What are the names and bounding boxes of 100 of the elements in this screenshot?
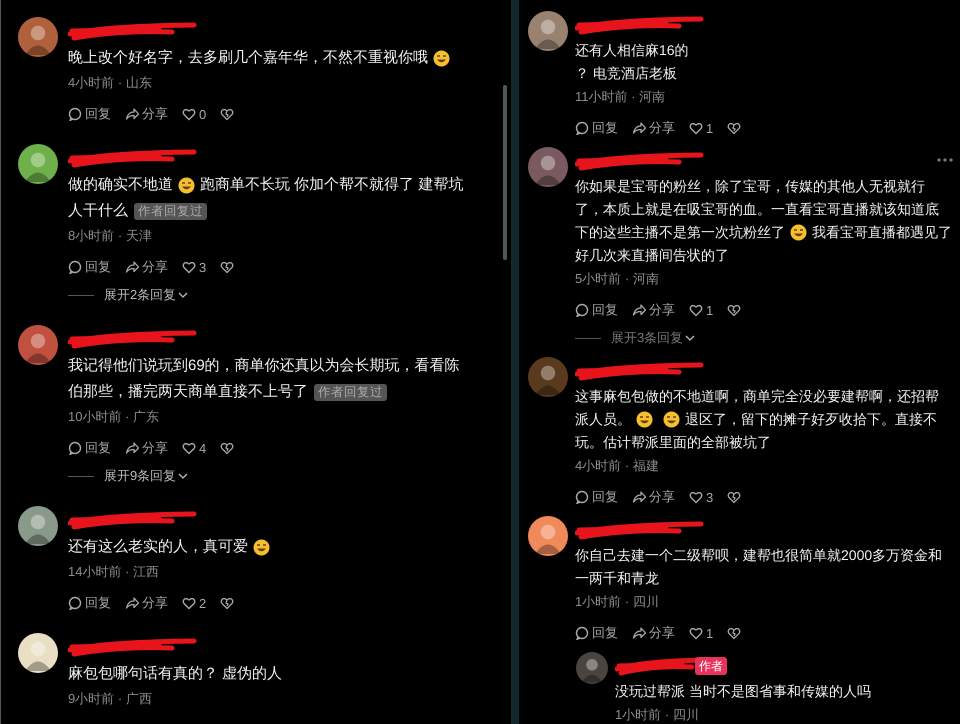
like-button[interactable]: 3 — [182, 260, 206, 274]
comment-text: 还有人相信麻16的 — [575, 41, 689, 60]
heart-icon — [689, 490, 703, 504]
avatar[interactable] — [18, 506, 58, 546]
more-icon[interactable] — [937, 157, 953, 163]
expand-replies-link[interactable]: 展开9条回复 — [104, 467, 188, 485]
avatar[interactable] — [18, 633, 58, 673]
share-button[interactable]: 分享 — [632, 488, 675, 506]
emoji-icon — [663, 411, 680, 428]
comment-text: 一两千和青龙 — [575, 569, 659, 588]
avatar[interactable] — [18, 325, 58, 365]
heart-icon — [182, 441, 196, 455]
dislike-button[interactable] — [220, 596, 234, 610]
share-icon — [125, 441, 139, 455]
reply-button[interactable]: 回复 — [575, 301, 618, 319]
expand-replies-link[interactable]: 展开3条回复 — [611, 329, 696, 347]
reply-button[interactable]: 回复 — [68, 594, 111, 612]
comment-text: 跑商单不长玩 你加个帮不就得了 建帮坑 — [200, 175, 464, 195]
like-button[interactable]: 3 — [689, 490, 714, 504]
avatar[interactable] — [528, 516, 568, 556]
avatar[interactable] — [528, 147, 568, 187]
like-button[interactable]: 1 — [689, 302, 714, 318]
reply-button[interactable]: 回复 — [575, 488, 618, 506]
share-button[interactable]: 分享 — [125, 105, 168, 123]
like-button[interactable]: 1 — [689, 626, 714, 640]
reply-button[interactable]: 回复 — [68, 258, 111, 276]
comment-text: 做的确实不地道 — [68, 175, 173, 195]
comment-text: ？ 电竞酒店老板 — [575, 64, 677, 83]
like-button[interactable]: 1 — [689, 120, 714, 136]
comment-text: 这事麻包包做的不地道啊，商单完全没必要建帮啊，还招帮 — [575, 387, 939, 406]
share-button[interactable]: 分享 — [125, 439, 168, 457]
dislike-button[interactable] — [727, 121, 742, 135]
like-button[interactable]: 4 — [182, 440, 206, 456]
time-location: 9小时前 · 广西 — [68, 690, 153, 708]
heart-icon — [689, 626, 703, 640]
reply-button[interactable]: 回复 — [575, 624, 618, 642]
comment-text: 你如果是宝哥的粉丝，除了宝哥，传媒的其他人无视就行 — [575, 177, 925, 196]
comment-icon — [68, 107, 82, 121]
share-icon — [632, 626, 646, 640]
comment-text: 了，本质上就是在吸宝哥的血。一直看宝哥直播就该知道底 — [575, 200, 939, 219]
time-location: 4小时前 · 山东 — [68, 74, 153, 92]
comment-icon — [68, 441, 82, 455]
comment-text: 退区了，留下的摊子好歹收拾下。直接不 — [685, 410, 937, 429]
comment-text: 我看宝哥直播都遇见了 — [812, 223, 952, 242]
dislike-button[interactable] — [727, 303, 742, 317]
comment-text: 人干什么 — [68, 201, 128, 221]
comment-icon — [68, 260, 82, 274]
share-button[interactable]: 分享 — [125, 258, 168, 276]
author-tag: 作者 — [695, 657, 727, 675]
heart-icon — [689, 121, 703, 135]
share-button[interactable]: 分享 — [125, 594, 168, 612]
avatar[interactable] — [18, 144, 58, 184]
time-location: 5小时前 · 河南 — [575, 270, 660, 288]
reply-button[interactable]: 回复 — [68, 105, 111, 123]
dislike-button[interactable] — [727, 490, 742, 504]
share-button[interactable]: 分享 — [632, 624, 675, 642]
share-icon — [125, 107, 139, 121]
comment-text: 下的这些主播不是第一次坑粉丝了 — [575, 223, 785, 242]
time-location: 1小时前 · 四川 — [615, 706, 700, 724]
expand-replies-link[interactable]: 展开2条回复 — [104, 286, 188, 304]
comment-text: 伯那些，播完两天商单直接不上号了 — [68, 382, 308, 402]
emoji-icon — [433, 50, 450, 66]
share-icon — [632, 121, 646, 135]
comment-icon — [575, 121, 589, 135]
comment-text: 你自己去建一个二级帮呗，建帮也很简单就2000多万资金和 — [575, 546, 942, 565]
like-button[interactable]: 2 — [182, 596, 206, 610]
emoji-icon — [790, 224, 807, 241]
comment-icon — [575, 303, 589, 317]
like-button[interactable]: 0 — [182, 106, 206, 122]
dislike-button[interactable] — [220, 260, 234, 274]
emoji-icon — [178, 176, 195, 194]
time-location: 4小时前 · 福建 — [575, 457, 660, 475]
share-icon — [632, 490, 646, 504]
heart-icon — [182, 596, 196, 610]
comment-text: 还有这么老实的人，真可爱 — [68, 537, 248, 557]
share-icon — [125, 596, 139, 610]
avatar[interactable] — [528, 11, 568, 51]
comment-icon — [575, 490, 589, 504]
comment-text: 没玩过帮派 当时不是图省事和传媒的人吗 — [615, 682, 871, 701]
share-icon — [632, 303, 646, 317]
broken-heart-icon — [727, 626, 742, 640]
time-location: 1小时前 · 四川 — [575, 593, 660, 611]
time-location: 10小时前 · 广东 — [68, 408, 160, 426]
chevron-down-icon — [178, 292, 188, 298]
comment-text: 玩。估计帮派里面的全部被坑了 — [575, 433, 771, 452]
comment-text: 好几次来直播间告状的了 — [575, 246, 729, 265]
dislike-button[interactable] — [220, 441, 234, 455]
dislike-button[interactable] — [727, 626, 742, 640]
time-location: 14小时前 · 江西 — [68, 563, 160, 581]
broken-heart-icon — [220, 596, 234, 610]
comment-text: 派人员。 — [575, 410, 631, 429]
author-replied-tag: 作者回复过 — [314, 384, 387, 400]
reply-button[interactable]: 回复 — [575, 119, 618, 137]
share-button[interactable]: 分享 — [632, 301, 675, 319]
share-button[interactable]: 分享 — [632, 119, 675, 137]
avatar[interactable] — [18, 17, 58, 57]
broken-heart-icon — [727, 303, 742, 317]
chevron-down-icon — [178, 472, 188, 480]
reply-button[interactable]: 回复 — [68, 439, 111, 457]
dislike-button[interactable] — [220, 107, 234, 121]
